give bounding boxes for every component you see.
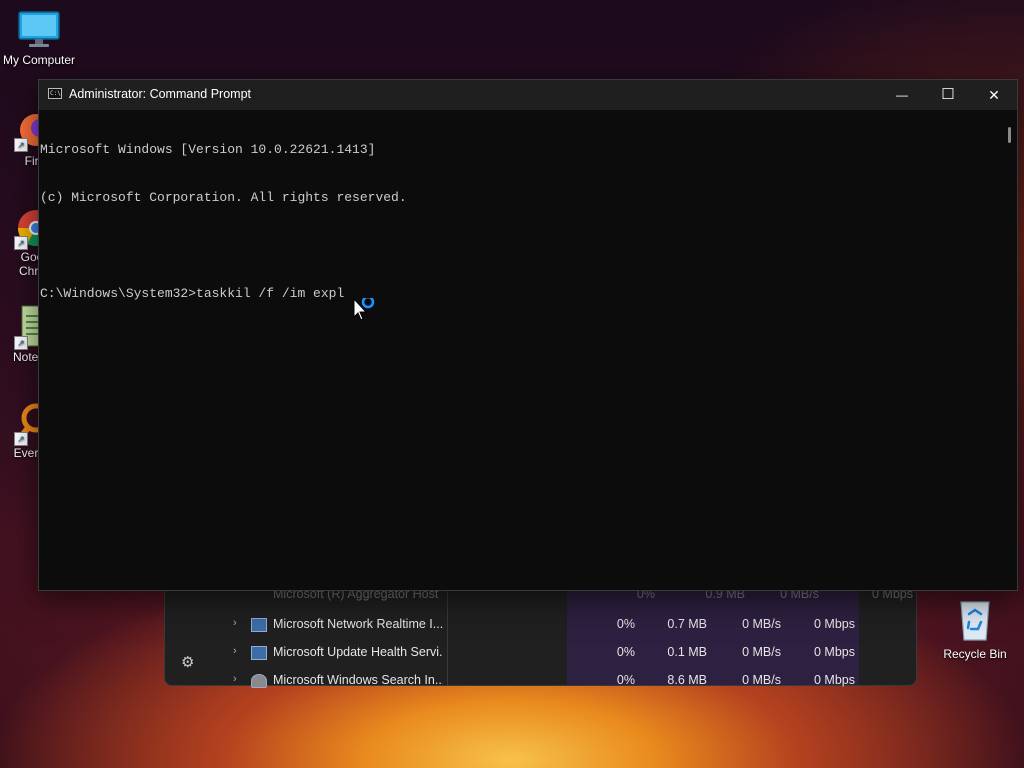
- terminal-output[interactable]: Microsoft Windows [Version 10.0.22621.14…: [40, 110, 1003, 590]
- memory-value: 8.6 MB: [667, 673, 707, 687]
- terminal-command-line[interactable]: C:\Windows\System32>taskkil /f /im expl: [40, 286, 1003, 302]
- desktop-icon-recycle-bin[interactable]: Recycle Bin: [940, 596, 1010, 661]
- chevron-right-icon[interactable]: ›: [233, 673, 237, 685]
- scrollbar-thumb[interactable]: [1008, 127, 1011, 143]
- process-name: Microsoft Network Realtime I...: [273, 617, 443, 631]
- window-title: Administrator: Command Prompt: [69, 87, 252, 101]
- memory-value: 0.7 MB: [667, 617, 707, 631]
- desktop-icon-my-computer[interactable]: My Computer: [0, 10, 78, 67]
- search-indexer-icon: [251, 674, 267, 688]
- task-manager-window: ⚙ Microsoft (R) Aggregator Host 0% 0.9 M…: [164, 586, 917, 688]
- chevron-right-icon[interactable]: ›: [233, 617, 237, 629]
- gear-icon[interactable]: ⚙: [181, 653, 197, 671]
- network-value: 0 Mbps: [814, 673, 855, 687]
- terminal-line: (c) Microsoft Corporation. All rights re…: [40, 190, 407, 205]
- process-name: Microsoft Windows Search In...: [273, 673, 443, 687]
- title-bar[interactable]: C:\ Administrator: Command Prompt — ☐ ✕: [39, 80, 1017, 110]
- shortcut-arrow-icon: ↗: [14, 336, 28, 350]
- network-value: 0 Mbps: [814, 645, 855, 659]
- network-value: 0 Mbps: [814, 617, 855, 631]
- table-row[interactable]: › Microsoft Windows Search In... 0% 8.6 …: [225, 667, 915, 695]
- memory-value: 0.1 MB: [667, 645, 707, 659]
- table-row[interactable]: › Microsoft Network Realtime I... 0% 0.7…: [225, 611, 915, 639]
- command-prompt-icon: C:\: [48, 88, 62, 99]
- maximize-button[interactable]: ☐: [925, 80, 971, 110]
- desktop-icon-label: Recycle Bin: [943, 647, 1007, 661]
- terminal-line: Microsoft Windows [Version 10.0.22621.14…: [40, 142, 376, 157]
- service-window-icon: [251, 646, 267, 660]
- desktop-icon-label: My Computer: [2, 53, 76, 67]
- service-window-icon: [251, 618, 267, 632]
- shortcut-arrow-icon: ↗: [14, 236, 28, 250]
- shortcut-arrow-icon: ↗: [14, 138, 28, 152]
- busy-cursor-icon: [352, 295, 378, 329]
- chevron-right-icon[interactable]: ›: [233, 645, 237, 657]
- process-name: Microsoft Update Health Servi...: [273, 645, 443, 659]
- recycle-bin-icon: [960, 601, 990, 641]
- shortcut-arrow-icon: ↗: [14, 432, 28, 446]
- table-row[interactable]: › Microsoft Update Health Servi... 0% 0.…: [225, 639, 915, 667]
- monitor-icon: [18, 11, 60, 47]
- close-button[interactable]: ✕: [971, 80, 1017, 110]
- command-prompt-window[interactable]: C:\ Administrator: Command Prompt — ☐ ✕ …: [38, 79, 1018, 591]
- minimize-button[interactable]: —: [879, 80, 925, 110]
